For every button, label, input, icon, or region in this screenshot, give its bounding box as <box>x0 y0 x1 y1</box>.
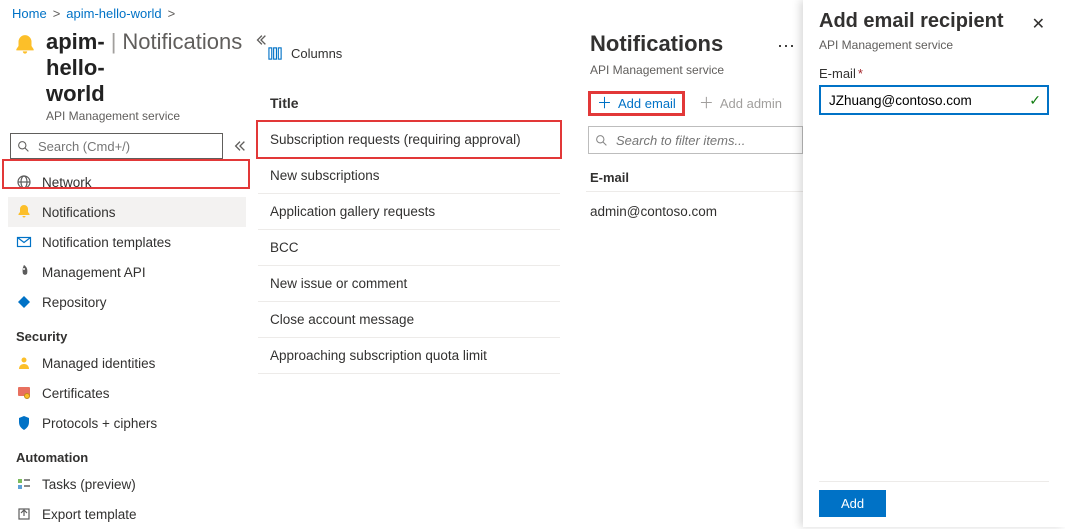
plus-icon: ＋ <box>597 97 612 110</box>
detail-type-label: API Management service <box>590 63 805 77</box>
chevron-right-icon: > <box>168 6 176 21</box>
notification-row[interactable]: New issue or comment <box>258 265 560 301</box>
notification-detail-panel: Notifications ⋯ API Management service ＋… <box>580 23 811 529</box>
menu-item-notification-templates[interactable]: Notification templates <box>8 227 246 257</box>
shield-icon <box>16 415 32 431</box>
tasks-icon <box>16 476 32 492</box>
section-security: Security <box>8 317 246 348</box>
title-separator: | <box>111 29 117 55</box>
menu-item-repository[interactable]: Repository <box>8 287 246 317</box>
menu-item-label: Managed identities <box>42 356 155 371</box>
menu-item-label: Management API <box>42 265 146 280</box>
bell-icon <box>16 204 32 220</box>
collapse-menu-icon[interactable] <box>231 137 249 155</box>
chevron-right-icon: > <box>53 6 61 21</box>
network-icon <box>16 174 32 190</box>
email-row[interactable]: admin@contoso.com <box>586 191 805 231</box>
close-icon[interactable]: ✕ <box>1028 10 1049 38</box>
menu-item-management-api[interactable]: Management API <box>8 257 246 287</box>
menu-item-label: Network <box>42 175 92 190</box>
notification-row[interactable]: New subscriptions <box>258 157 560 193</box>
email-input[interactable] <box>827 92 1029 109</box>
export-icon <box>16 506 32 522</box>
menu-item-label: Protocols + ciphers <box>42 416 157 431</box>
resource-type-label: API Management service <box>46 109 242 123</box>
notification-row[interactable]: Approaching subscription quota limit <box>258 337 560 374</box>
menu-item-label: Notifications <box>42 205 116 220</box>
menu-search-input[interactable] <box>36 138 216 155</box>
notification-row[interactable]: BCC <box>258 229 560 265</box>
columns-label: Columns <box>291 46 342 61</box>
resource-menu: apim-hello-world | Notifications API Man… <box>0 23 254 529</box>
notification-row[interactable]: Close account message <box>258 301 560 337</box>
filter-box[interactable] <box>588 126 803 154</box>
menu-item-certificates[interactable]: Certificates <box>8 378 246 408</box>
page-section: Notifications <box>122 29 242 55</box>
add-email-flyout: Add email recipient ✕ API Management ser… <box>803 0 1065 527</box>
bell-icon <box>12 33 38 59</box>
plus-icon: ＋ <box>699 97 714 110</box>
menu-item-label: Repository <box>42 295 107 310</box>
menu-item-label: Export template <box>42 507 137 522</box>
add-admin-button[interactable]: ＋ Add admin <box>691 91 790 116</box>
page-title: apim-hello-world <box>46 29 105 107</box>
breadcrumb-resource[interactable]: apim-hello-world <box>66 6 161 21</box>
notifications-list-panel: Columns Title Subscription requests (req… <box>254 23 564 529</box>
notification-row[interactable]: Subscription requests (requiring approva… <box>258 121 560 157</box>
required-asterisk-icon: * <box>858 66 863 81</box>
search-icon <box>17 140 30 153</box>
add-button[interactable]: Add <box>819 490 886 517</box>
column-header-email: E-mail <box>586 164 805 191</box>
email-field[interactable]: ✓ <box>819 85 1049 115</box>
menu-item-managed-identities[interactable]: Managed identities <box>8 348 246 378</box>
menu-item-label: Notification templates <box>42 235 171 250</box>
flyout-subtitle: API Management service <box>819 38 1049 52</box>
checkmark-icon: ✓ <box>1029 92 1041 109</box>
menu-search[interactable] <box>10 133 223 159</box>
add-email-label: Add email <box>618 96 676 111</box>
menu-item-export-template[interactable]: Export template <box>8 499 246 529</box>
email-field-label: E-mail* <box>819 66 1049 81</box>
menu-item-network[interactable]: Network <box>8 167 246 197</box>
menu-item-label: Certificates <box>42 386 110 401</box>
column-header-title: Title <box>258 77 560 121</box>
menu-item-label: Tasks (preview) <box>42 477 136 492</box>
menu-item-notifications[interactable]: Notifications <box>8 197 246 227</box>
columns-icon <box>268 46 283 61</box>
context-menu-icon[interactable]: ⋯ <box>771 31 801 61</box>
notification-row[interactable]: Application gallery requests <box>258 193 560 229</box>
diamond-icon <box>16 294 32 310</box>
certificate-icon <box>16 385 32 401</box>
rocket-icon <box>16 264 32 280</box>
flyout-title: Add email recipient <box>819 10 1004 33</box>
identity-icon <box>16 355 32 371</box>
breadcrumb-home[interactable]: Home <box>12 6 47 21</box>
detail-title: Notifications <box>590 31 723 57</box>
menu-item-tasks-preview-[interactable]: Tasks (preview) <box>8 469 246 499</box>
mail-icon <box>16 234 32 250</box>
search-icon <box>595 134 608 147</box>
menu-item-protocols-ciphers[interactable]: Protocols + ciphers <box>8 408 246 438</box>
section-automation: Automation <box>8 438 246 469</box>
add-admin-label: Add admin <box>720 96 782 111</box>
filter-input[interactable] <box>614 132 796 149</box>
columns-button[interactable]: Columns <box>268 46 342 61</box>
add-email-button[interactable]: ＋ Add email <box>588 91 685 116</box>
